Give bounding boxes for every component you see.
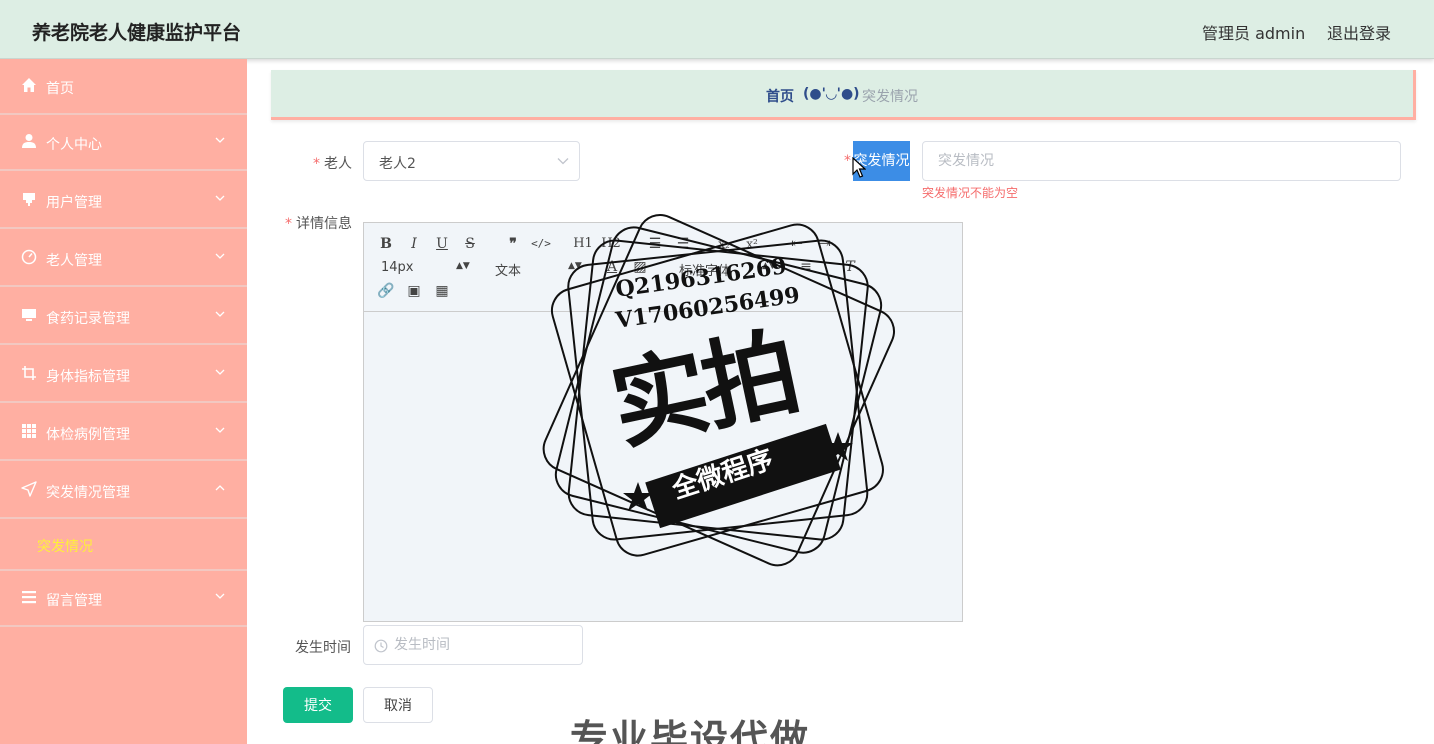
time-picker[interactable] [363, 625, 583, 665]
editor-toolbar: B I U S ❞ </> H1 H2 ☰ ☰ x₂ x² ⇤ ⇥ 14px ▲… [364, 223, 962, 312]
font-color-icon[interactable]: A [602, 257, 622, 277]
cancel-button[interactable]: 取消 [363, 687, 433, 723]
sidebar-item-label: 身体指标管理 [46, 369, 130, 385]
sidebar-item-label: 个人中心 [46, 137, 102, 153]
clear-format-icon[interactable]: T [840, 257, 860, 277]
indent-icon[interactable]: ⇥ [815, 234, 835, 254]
subscript-icon[interactable]: x₂ [714, 234, 734, 254]
sidebar-item-home[interactable]: 首页 [0, 59, 247, 115]
chevron-down-icon [215, 369, 225, 375]
sidebar-item-elder-management[interactable]: 老人管理 [0, 231, 247, 287]
blockquote-icon[interactable]: ❞ [503, 234, 523, 254]
sidebar-item-emergency-management[interactable]: 突发情况管理 [0, 463, 247, 519]
link-icon[interactable]: 🔗 [376, 281, 396, 301]
elder-select-value: 老人2 [379, 156, 416, 172]
rich-text-editor: B I U S ❞ </> H1 H2 ☰ ☰ x₂ x² ⇤ ⇥ 14px ▲… [363, 222, 963, 622]
chevron-down-icon [557, 158, 569, 165]
sidebar-item-label: 食药记录管理 [46, 311, 130, 327]
emergency-input[interactable] [922, 141, 1401, 181]
chevron-up-icon [215, 485, 225, 491]
details-field-label: * 详情信息 [285, 216, 352, 232]
bottom-watermark-text: 专业毕设代做 [570, 717, 811, 744]
background-color-icon[interactable]: ▨ [630, 257, 650, 277]
sidebar-item-label: 体检病例管理 [46, 427, 130, 443]
submit-button[interactable]: 提交 [283, 687, 353, 723]
grid-icon [22, 424, 36, 438]
chevron-down-icon [215, 253, 225, 259]
time-input[interactable] [394, 632, 574, 658]
video-icon[interactable]: ▦ [432, 281, 452, 301]
italic-icon[interactable]: I [404, 234, 424, 254]
user-icon [22, 134, 36, 148]
monitor-icon [22, 309, 36, 321]
sidebar-subitem-emergency[interactable]: 突发情况 [0, 519, 247, 571]
elder-field-label: * 老人 [313, 156, 352, 172]
chevron-down-icon [215, 427, 225, 433]
outdent-icon[interactable]: ⇤ [787, 234, 807, 254]
heading2-icon[interactable]: H2 [601, 234, 621, 254]
sidebar-item-personal-center[interactable]: 个人中心 [0, 115, 247, 171]
sidebar-item-label: 首页 [46, 81, 74, 97]
users-icon [23, 193, 35, 206]
font-family-select[interactable]: 标准字体 [679, 260, 731, 279]
home-icon [22, 78, 36, 92]
chevron-down-icon [215, 195, 225, 201]
logout-link[interactable]: 退出登录 [1327, 20, 1391, 44]
ordered-list-icon[interactable]: ☰ [645, 234, 665, 254]
editor-content-area[interactable] [364, 313, 962, 621]
sidebar-item-user-management[interactable]: 用户管理 [0, 173, 247, 229]
clock-icon [374, 639, 388, 653]
chevron-down-icon [215, 311, 225, 317]
top-header-bar: 养老院老人健康监护平台 管理员 admin 退出登录 [0, 0, 1434, 59]
time-field-label: 发生时间 [295, 640, 351, 656]
admin-user-label: 管理员 admin [1202, 24, 1306, 43]
breadcrumb: 首页 (●'◡'●) 突发情况 [271, 70, 1416, 120]
breadcrumb-current: 突发情况 [862, 89, 918, 105]
list-icon [22, 591, 36, 604]
mouse-pointer-icon [852, 157, 866, 178]
sidebar-item-food-medicine[interactable]: 食药记录管理 [0, 289, 247, 345]
updown-icon: ▲▼ [456, 261, 470, 271]
sidebar-item-label: 留言管理 [46, 593, 102, 609]
emergency-error-message: 突发情况不能为空 [922, 186, 1019, 200]
sidebar-item-body-indicators[interactable]: 身体指标管理 [0, 347, 247, 403]
heading1-icon[interactable]: H1 [573, 234, 593, 254]
text-type-select[interactable]: 文本 [495, 260, 521, 279]
updown-icon: ▲▼ [762, 261, 776, 271]
chevron-down-icon [215, 593, 225, 599]
sidebar-subitem-label: 突发情况 [37, 539, 93, 555]
underline-icon[interactable]: U [432, 234, 452, 254]
chevron-down-icon [215, 137, 225, 143]
breadcrumb-home-link[interactable]: 首页 [766, 86, 794, 106]
image-icon[interactable]: ▣ [404, 281, 424, 301]
updown-icon: ▲▼ [568, 261, 582, 271]
elder-select[interactable]: 老人2 [363, 141, 580, 181]
location-arrow-icon [21, 481, 37, 497]
sidebar-item-checkup-cases[interactable]: 体检病例管理 [0, 405, 247, 461]
font-size-select[interactable]: 14px [381, 260, 414, 275]
sidebar: 首页 个人中心 用户管理 老人管理 食药记录管理 身体指标管理 体检病例管理 突… [0, 59, 247, 744]
crop-icon [22, 366, 36, 380]
gauge-icon [21, 249, 37, 265]
sidebar-item-label: 用户管理 [46, 195, 102, 211]
sidebar-item-label: 突发情况管理 [46, 485, 130, 501]
strikethrough-icon[interactable]: S [460, 234, 480, 254]
sidebar-item-label: 老人管理 [46, 253, 102, 269]
breadcrumb-separator: (●'◡'●) [803, 86, 860, 102]
sidebar-item-message-management[interactable]: 留言管理 [0, 571, 247, 627]
superscript-icon[interactable]: x² [742, 234, 762, 254]
app-title: 养老院老人健康监护平台 [32, 22, 242, 44]
bullet-list-icon[interactable]: ☰ [673, 234, 693, 254]
bold-icon[interactable]: B [376, 234, 396, 254]
align-icon[interactable]: ≡ [796, 257, 816, 277]
code-block-icon[interactable]: </> [531, 234, 551, 254]
